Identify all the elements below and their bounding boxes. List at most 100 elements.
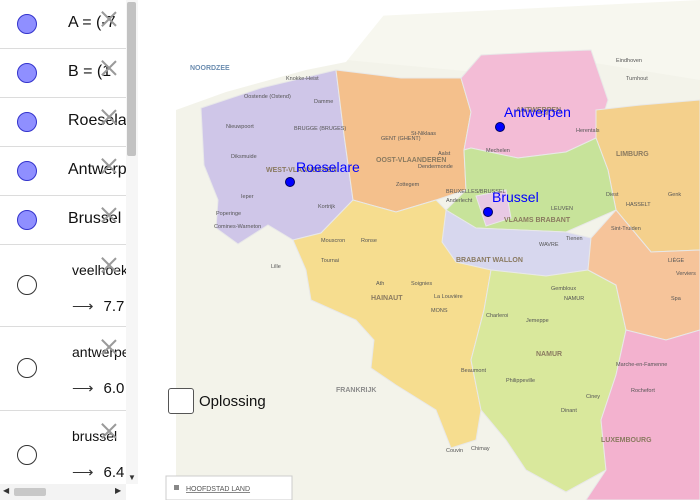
city-label: BRUGGE (BRUGES) bbox=[294, 126, 346, 132]
visibility-toggle[interactable] bbox=[17, 111, 37, 132]
city-label: Couvin bbox=[446, 448, 463, 454]
brussel-point[interactable] bbox=[483, 207, 493, 217]
visibility-toggle[interactable] bbox=[17, 358, 37, 378]
city-label: Turnhout bbox=[626, 76, 648, 82]
algebra-row[interactable]: Brussel bbox=[0, 195, 126, 245]
delete-icon[interactable] bbox=[100, 59, 118, 77]
city-label: Eindhoven bbox=[616, 58, 642, 64]
city-label: MONS bbox=[431, 308, 448, 314]
city-label: Damme bbox=[314, 99, 333, 105]
province-label: HAINAUT bbox=[371, 295, 403, 302]
city-label: Verviers bbox=[676, 271, 696, 277]
scroll-right-icon[interactable]: ▶ bbox=[115, 486, 121, 495]
checkbox-label: Oplossing bbox=[199, 393, 266, 410]
arrow-icon: ⟶ bbox=[72, 464, 94, 481]
city-label: Tienen bbox=[566, 236, 583, 242]
legend-label: HOOFDSTAD LAND bbox=[186, 486, 250, 493]
city-label: Sint-Truiden bbox=[611, 226, 641, 232]
city-label: Charleroi bbox=[486, 313, 508, 319]
arrow-icon: ⟶ bbox=[72, 380, 94, 397]
visibility-toggle[interactable] bbox=[17, 209, 37, 230]
algebra-row[interactable]: Antwerpen bbox=[0, 146, 126, 196]
city-label: Ronse bbox=[361, 238, 377, 244]
city-label: Chimay bbox=[471, 446, 490, 452]
city-label: NAMUR bbox=[564, 296, 584, 302]
city-label: Dinant bbox=[561, 408, 577, 414]
city-label: Tournai bbox=[321, 258, 339, 264]
visibility-toggle[interactable] bbox=[17, 160, 37, 181]
city-label: Herentals bbox=[576, 128, 600, 134]
province-label: VLAAMS BRABANT bbox=[504, 217, 571, 224]
capital-marker-icon bbox=[174, 485, 179, 490]
vertical-scrollbar[interactable]: ▼ bbox=[126, 0, 138, 484]
delete-icon[interactable] bbox=[100, 422, 118, 440]
city-label: Knokke-Heist bbox=[286, 76, 319, 82]
city-label: WAVRE bbox=[539, 242, 559, 248]
city-label: Ieper bbox=[241, 194, 254, 200]
city-label: Genk bbox=[668, 192, 681, 198]
delete-icon[interactable] bbox=[100, 108, 118, 126]
province-label: OOST-VLAANDEREN bbox=[376, 157, 446, 164]
algebra-row[interactable]: Roeselare bbox=[0, 97, 126, 147]
city-label: LEUVEN bbox=[551, 206, 573, 212]
visibility-toggle[interactable] bbox=[17, 14, 37, 34]
scroll-thumb[interactable] bbox=[127, 2, 136, 156]
city-label: Dendermonde bbox=[418, 164, 453, 170]
city-label: Rochefort bbox=[631, 388, 655, 394]
city-label: Zottegem bbox=[396, 182, 420, 188]
algebra-view: A = (-7B = (1RoeselareAntwerpenBrusselve… bbox=[0, 0, 147, 500]
antwerpen-point[interactable] bbox=[495, 122, 505, 132]
city-label: La Louvière bbox=[434, 294, 463, 300]
city-label: Philippeville bbox=[506, 378, 535, 384]
province-label: BRABANT WALLON bbox=[456, 257, 523, 264]
algebra-row[interactable]: veelhoek ⟶ 7.7 bbox=[0, 244, 126, 327]
province-label: LIMBURG bbox=[616, 151, 649, 158]
checkbox-box[interactable] bbox=[168, 388, 194, 414]
delete-icon[interactable] bbox=[100, 157, 118, 175]
delete-icon[interactable] bbox=[100, 10, 118, 28]
city-label: Oostende (Ostend) bbox=[244, 94, 291, 100]
city-label: Soignies bbox=[411, 281, 432, 287]
city-label: Comines-Warneton bbox=[214, 224, 261, 230]
scroll-down-icon[interactable]: ▼ bbox=[128, 473, 136, 482]
object-value: ⟶ 6.4 bbox=[72, 463, 124, 481]
object-value: ⟶ 6.0 bbox=[72, 379, 124, 397]
city-label: Ath bbox=[376, 281, 384, 287]
object-result: 6.0 bbox=[103, 380, 125, 397]
scroll-thumb[interactable] bbox=[14, 488, 46, 496]
city-label: Ciney bbox=[586, 394, 600, 400]
city-label: Jemeppe bbox=[526, 318, 549, 324]
city-label: Kortrijk bbox=[318, 204, 335, 210]
city-label: HASSELT bbox=[626, 202, 651, 208]
algebra-row[interactable]: A = (-7 bbox=[0, 0, 126, 49]
delete-icon[interactable] bbox=[100, 206, 118, 224]
city-label: LIÈGE bbox=[668, 257, 685, 264]
object-result: 7.7 bbox=[103, 298, 125, 315]
object-result: 6.4 bbox=[103, 464, 125, 481]
visibility-toggle[interactable] bbox=[17, 445, 37, 465]
city-label: St-Niklaas bbox=[411, 131, 436, 137]
horizontal-scrollbar[interactable]: ◀ ▶ bbox=[0, 484, 126, 500]
belgium-map: NOORDZEEFRANKRIJKWEST-VLAANDERENOOST-VLA… bbox=[146, 0, 700, 500]
city-label: Mouscron bbox=[321, 238, 345, 244]
brussel-label: Brussel bbox=[492, 189, 539, 205]
algebra-row[interactable]: antwerpen⟶6.0 bbox=[0, 326, 126, 411]
roeselare-label: Roeselare bbox=[296, 159, 360, 175]
visibility-toggle[interactable] bbox=[17, 62, 37, 83]
graphics-view[interactable]: NOORDZEE FRANKRIJK WEST-VLAANDEREN OOST-VLA… bbox=[146, 0, 700, 500]
algebra-row[interactable]: B = (1 bbox=[0, 48, 126, 98]
delete-icon[interactable] bbox=[100, 338, 118, 356]
city-label: Anderlecht bbox=[446, 198, 473, 204]
city-label: Beaumont bbox=[461, 368, 487, 374]
object-value: ⟶ 7.7 bbox=[72, 297, 124, 315]
city-label: Diksmuide bbox=[231, 154, 257, 160]
delete-icon[interactable] bbox=[100, 256, 118, 274]
roeselare-point[interactable] bbox=[285, 177, 295, 187]
city-label: Diest bbox=[606, 192, 619, 198]
city-label: Spa bbox=[671, 296, 682, 302]
scroll-left-icon[interactable]: ◀ bbox=[3, 486, 9, 495]
visibility-toggle[interactable] bbox=[17, 275, 37, 295]
city-label: Aalst bbox=[438, 151, 451, 157]
city-label: Gembloux bbox=[551, 286, 576, 292]
city-label: Marche-en-Famenne bbox=[616, 362, 667, 368]
